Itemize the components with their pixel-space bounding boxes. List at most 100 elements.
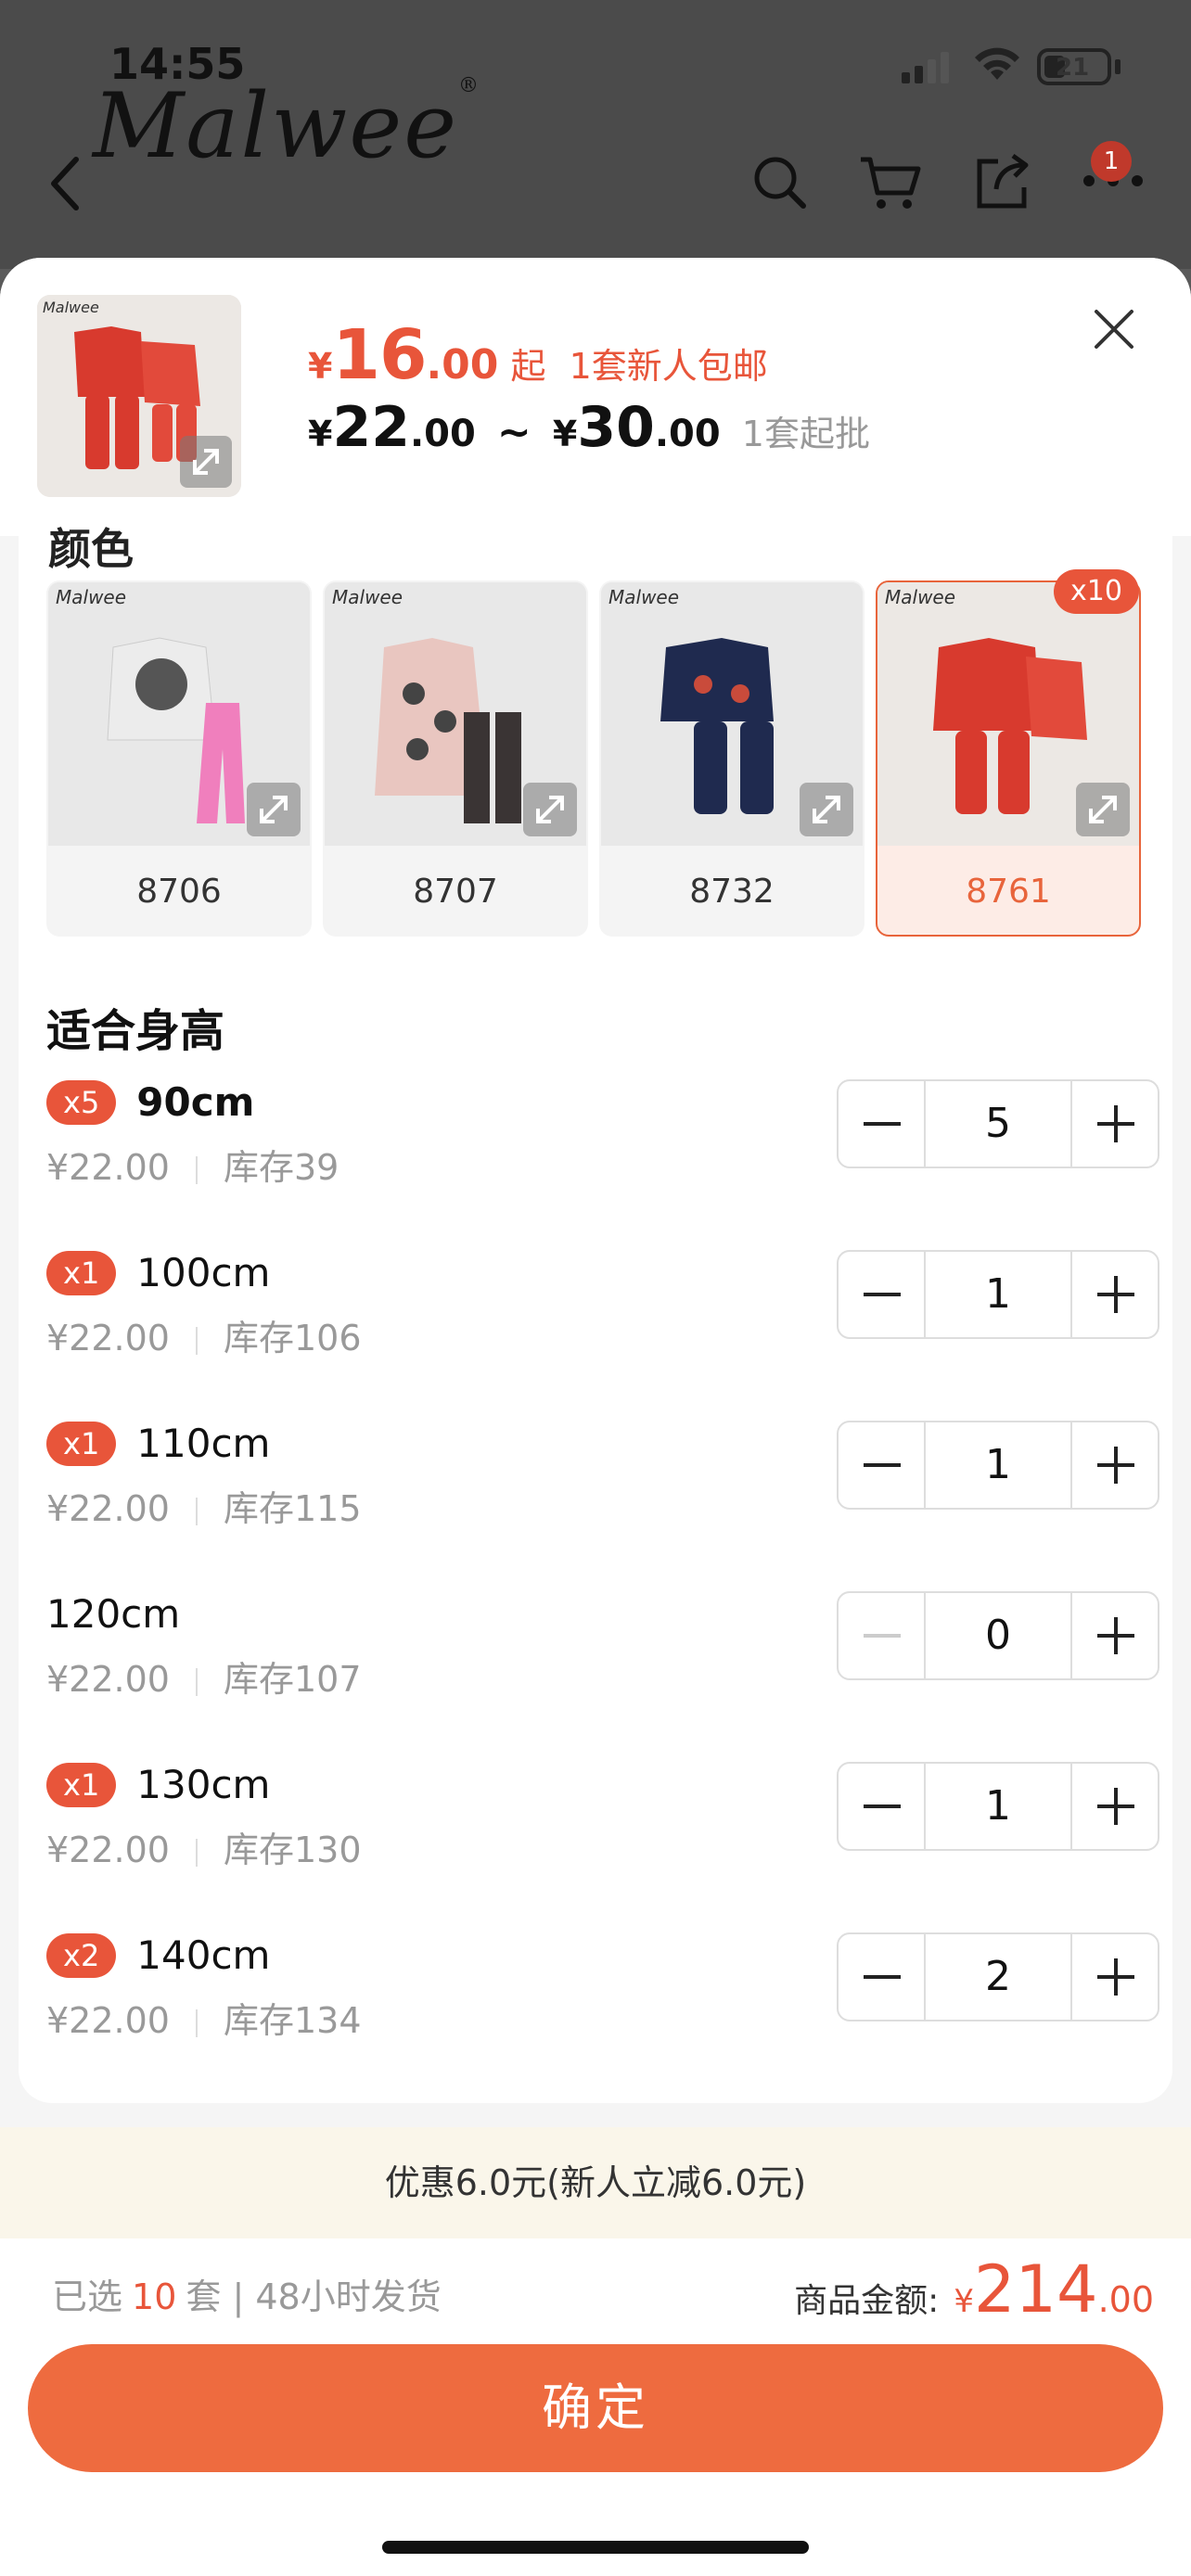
size-price: ¥22.00: [46, 1659, 170, 1700]
color-option-8706[interactable]: Malwee 8706: [46, 580, 312, 937]
increment-button[interactable]: [1070, 1252, 1158, 1337]
expand-icon[interactable]: [180, 436, 232, 488]
discount-banner: 优惠6.0元(新人立减6.0元): [0, 2127, 1191, 2238]
close-icon[interactable]: [1091, 306, 1137, 352]
quantity-value[interactable]: 5: [926, 1081, 1070, 1167]
size-qty-tag: x1: [46, 1762, 117, 1807]
size-name: 100cm: [136, 1250, 271, 1295]
size-row-130cm: x1 130cm ¥22.00 库存130 1: [46, 1762, 1163, 1892]
size-stock: 库存39: [223, 1147, 339, 1188]
increment-button[interactable]: [1070, 1422, 1158, 1508]
size-row-100cm: x1 100cm ¥22.00 库存106 1: [46, 1250, 1163, 1380]
size-price: ¥22.00: [46, 1147, 170, 1188]
product-thumbnail[interactable]: Malwee: [37, 295, 241, 497]
size-qty-tag: x1: [46, 1250, 117, 1295]
color-image: Malwee: [325, 582, 586, 846]
size-stock: 库存134: [223, 2000, 362, 2041]
color-image: Malwee: [877, 582, 1139, 846]
total-amount: 商品金额: ¥214.00: [794, 2251, 1154, 2327]
size-price: ¥22.00: [46, 1318, 170, 1358]
size-stock: 库存115: [223, 1488, 362, 1529]
size-row-90cm: x5 90cm ¥22.00 库存39 5: [46, 1079, 1163, 1209]
home-indicator: [382, 2541, 809, 2554]
increment-button[interactable]: [1070, 1764, 1158, 1849]
quantity-value[interactable]: 2: [926, 1934, 1070, 2020]
increment-button[interactable]: [1070, 1081, 1158, 1167]
size-name: 110cm: [136, 1421, 271, 1466]
decrement-button[interactable]: [839, 1081, 926, 1167]
share-icon[interactable]: [970, 150, 1033, 213]
expand-icon[interactable]: [800, 783, 853, 836]
size-row-120cm: 120cm ¥22.00 库存107 0: [46, 1591, 1163, 1721]
sku-bottom-sheet: Malwee ¥16.00 起 1套新人包邮 ¥22.00 ~ ¥30.00 1…: [0, 258, 1191, 2576]
background-page: 14:55 21 Malwee® 1: [0, 0, 1191, 269]
color-option-8707[interactable]: Malwee 8707: [323, 580, 588, 937]
back-icon[interactable]: [45, 154, 85, 213]
sheet-header: Malwee ¥16.00 起 1套新人包邮 ¥22.00 ~ ¥30.00 1…: [0, 258, 1191, 536]
color-count-badge: x10: [1054, 569, 1139, 614]
wifi-icon: [975, 47, 1019, 80]
battery-icon: 21: [1037, 48, 1111, 85]
color-section-title: 颜色: [48, 524, 134, 574]
quantity-stepper: 1: [837, 1250, 1159, 1339]
height-section-title: 适合身高: [46, 1005, 225, 1057]
signal-icon: [902, 52, 949, 83]
color-option-8761[interactable]: Malwee 8761: [876, 580, 1141, 937]
color-options: Malwee 8706 Malwee 8707 Malwee 8732 Malw…: [46, 569, 1150, 937]
size-stock: 库存130: [223, 1830, 362, 1870]
size-row-140cm: x2 140cm ¥22.00 库存134 2: [46, 1932, 1163, 2062]
color-image: Malwee: [48, 582, 310, 846]
size-stock: 库存107: [223, 1659, 362, 1700]
expand-icon[interactable]: [523, 783, 577, 836]
size-name: 130cm: [136, 1762, 271, 1807]
size-price: ¥22.00: [46, 1488, 170, 1529]
size-qty-tag: x1: [46, 1421, 117, 1466]
order-summary: 已选 10 套 | 48小时发货 商品金额: ¥214.00: [0, 2238, 1191, 2340]
confirm-button[interactable]: 确定: [28, 2344, 1163, 2472]
increment-button[interactable]: [1070, 1934, 1158, 2020]
size-qty-tag: x5: [46, 1079, 117, 1125]
free-shipping-note: 1套新人包邮: [569, 346, 768, 387]
decrement-button[interactable]: [839, 1934, 926, 2020]
size-name: 140cm: [136, 1932, 271, 1978]
battery-tip: [1115, 59, 1121, 74]
min-order-note: 1套起批: [741, 414, 870, 454]
options-panel: 颜色 Malwee 8706 Malwee 8707 Malwee 8732 M…: [19, 524, 1172, 2103]
size-stock: 库存106: [223, 1318, 362, 1358]
notification-badge: 1: [1091, 141, 1132, 182]
quantity-value[interactable]: 1: [926, 1422, 1070, 1508]
quantity-value[interactable]: 0: [926, 1593, 1070, 1678]
selected-summary: 已选 10 套 | 48小时发货: [52, 2276, 442, 2317]
color-label: 8707: [413, 873, 498, 911]
quantity-stepper: 5: [837, 1079, 1159, 1168]
decrement-button[interactable]: [839, 1422, 926, 1508]
decrement-button[interactable]: [839, 1764, 926, 1849]
cart-icon[interactable]: [857, 152, 924, 211]
quantity-stepper: 2: [837, 1932, 1159, 2021]
search-icon[interactable]: [749, 152, 809, 211]
increment-button[interactable]: [1070, 1593, 1158, 1678]
quantity-stepper: 1: [837, 1421, 1159, 1510]
decrement-button[interactable]: [839, 1252, 926, 1337]
selected-qty: 10: [132, 2276, 177, 2317]
price-range: ¥22.00 ~ ¥30.00 1套起批: [308, 395, 870, 460]
color-option-8732[interactable]: Malwee 8732: [599, 580, 864, 937]
expand-icon[interactable]: [247, 783, 301, 836]
size-name: 120cm: [46, 1591, 181, 1637]
size-name: 90cm: [136, 1079, 255, 1125]
color-image: Malwee: [601, 582, 863, 846]
promo-price: ¥16.00 起 1套新人包邮: [308, 315, 768, 395]
decrement-button[interactable]: [839, 1593, 926, 1678]
color-label: 8706: [136, 873, 222, 911]
brand-logo: Malwee®: [93, 74, 481, 178]
size-row-110cm: x1 110cm ¥22.00 库存115 1: [46, 1421, 1163, 1550]
expand-icon[interactable]: [1076, 783, 1130, 836]
quantity-value[interactable]: 1: [926, 1252, 1070, 1337]
quantity-stepper: 0: [837, 1591, 1159, 1680]
color-label: 8732: [689, 873, 775, 911]
thumb-brand-mark: Malwee: [43, 299, 99, 316]
size-qty-tag: x2: [46, 1932, 117, 1978]
quantity-stepper: 1: [837, 1762, 1159, 1851]
color-label: 8761: [966, 873, 1051, 911]
quantity-value[interactable]: 1: [926, 1764, 1070, 1849]
